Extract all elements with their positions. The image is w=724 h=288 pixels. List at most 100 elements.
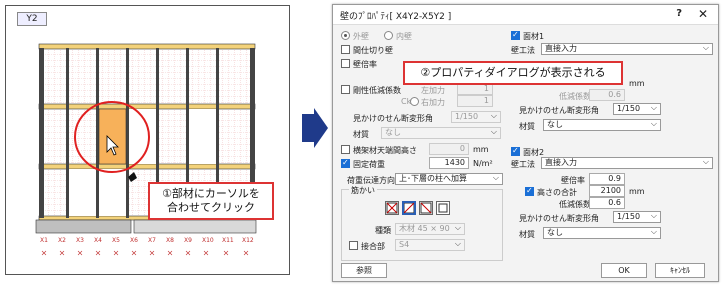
left-force-label: 左加力 [421, 86, 445, 95]
panel2-wall-rate-field[interactable]: 0.9 [589, 173, 625, 185]
panel2-height-field[interactable]: 2100 [589, 185, 625, 197]
lower-beam [38, 163, 256, 170]
ok-button[interactable]: OK [601, 263, 647, 278]
beam-height-unit: mm [473, 145, 489, 154]
panel2-shear-select[interactable]: 1/150 [613, 211, 661, 223]
panel1-method-select[interactable]: 直接入力 [541, 43, 713, 55]
axis-label: X8 [166, 237, 174, 244]
joint-select[interactable]: S4 [395, 239, 465, 251]
axis-label: X1 [40, 237, 48, 244]
joint-label: 接合部 [361, 242, 385, 251]
selected-wall-member [98, 108, 127, 165]
panel1-mm-unit: mm [629, 79, 645, 88]
partition-wall-label: 間仕切り壁 [353, 46, 393, 55]
top-beam [38, 43, 256, 50]
fixed-load-checkbox[interactable] [341, 158, 350, 168]
panel2-reduction-field[interactable]: 0.6 [589, 197, 625, 209]
axis-labels: X1 X2 X3 X4 X5 X6 X7 X8 X9 X10 X11 X12 [40, 237, 254, 244]
brace-none-button[interactable] [436, 201, 450, 215]
axis-label: X9 [184, 237, 192, 244]
axis-label: X12 [242, 237, 254, 244]
partition-wall-checkbox[interactable] [341, 45, 350, 54]
panel1-title: 面材1 [523, 32, 545, 41]
axis-label: X6 [130, 237, 138, 244]
brace-single-right-button[interactable] [402, 201, 416, 215]
right-force-field[interactable]: 1 [457, 95, 493, 107]
brace-type-select[interactable]: 木材 45 × 90 [395, 223, 465, 235]
wall-opening [189, 109, 216, 164]
wall-elevation-drawing[interactable]: X1 X2 X3 X4 X5 X6 X7 X8 X9 X10 X11 X12 [6, 6, 291, 276]
callout-click-member: ①部材にカーソルを 合わせてクリック [148, 182, 274, 220]
stiffness-reduction-checkbox[interactable] [341, 85, 350, 94]
beam-height-label: 横架材天端間高さ [353, 146, 417, 155]
panel1-reduction-field[interactable]: 0.6 [589, 89, 625, 101]
callout-dialog-shown: ②プロパティダイアログが表示される [403, 61, 623, 85]
dialog-titlebar: 壁のﾌﾟﾛﾊﾟﾃｨ[ X4Y2-X5Y2 ] ? ✕ [333, 5, 718, 25]
right-force-label: 右加力 [421, 98, 445, 107]
axis-label: X3 [76, 237, 84, 244]
material-label: 材質 [353, 130, 369, 139]
axis-label: X7 [148, 237, 156, 244]
middle-beam [38, 103, 256, 110]
foundation-right [133, 219, 257, 234]
cancel-button[interactable]: ｷｬﾝｾﾙ [655, 263, 705, 278]
wall-property-dialog: 壁のﾌﾟﾛﾊﾟﾃｨ[ X4Y2-X5Y2 ] ? ✕ 外壁 内壁 間仕切り壁 壁… [332, 4, 719, 282]
panel2-reduction-label: 低減係数 [559, 200, 591, 209]
panel2-material-select[interactable]: なし [543, 227, 661, 239]
axis-marks [41, 250, 249, 256]
load-direction-select[interactable]: 上･下層の柱へ加算 [395, 173, 503, 185]
axis-label: X2 [58, 237, 66, 244]
panel1-shear-select[interactable]: 1/150 [613, 103, 661, 115]
brace-cross-button[interactable] [385, 201, 399, 215]
floor-tab-y2[interactable]: Y2 [17, 12, 47, 26]
foundation-left [35, 219, 132, 234]
inner-wall-label: 内壁 [396, 32, 412, 41]
panel1-checkbox[interactable] [511, 30, 520, 40]
axis-label: X11 [222, 237, 234, 244]
beam-height-checkbox[interactable] [341, 145, 350, 154]
fixed-load-label: 固定荷重 [353, 160, 385, 169]
fixed-load-unit: N/m² [473, 159, 493, 168]
panel2-height-checkbox[interactable] [525, 186, 534, 196]
right-force-radio[interactable] [410, 97, 419, 106]
material-select[interactable]: なし [381, 127, 501, 139]
wall-opening [69, 169, 96, 216]
outer-wall-label: 外壁 [353, 32, 369, 41]
help-button[interactable]: ? [676, 8, 682, 19]
shear-angle-select[interactable]: 1/150 [451, 111, 501, 123]
flow-arrow-icon [302, 108, 328, 148]
panel2-wall-rate-label: 壁倍率 [561, 176, 585, 185]
shear-angle-label: 見かけのせん断変形角 [353, 114, 433, 123]
joint-checkbox[interactable] [349, 241, 358, 250]
axis-label: X10 [202, 237, 214, 244]
panel2-method-select[interactable]: 直接入力 [541, 157, 713, 169]
beam-height-field[interactable]: 0 [429, 143, 469, 155]
stiffness-reduction-label: 剛性低減係数 [353, 86, 401, 95]
reference-button[interactable]: 参照 [341, 263, 387, 278]
inner-wall-radio[interactable] [384, 31, 393, 40]
panel2-material-label: 材質 [519, 230, 535, 239]
panel2-shear-label: 見かけのせん断変形角 [519, 214, 599, 223]
axis-label: X4 [94, 237, 102, 244]
wall-rate-checkbox[interactable] [341, 59, 350, 68]
brace-single-left-button[interactable] [419, 201, 433, 215]
dialog-title: 壁のﾌﾟﾛﾊﾟﾃｨ[ X4Y2-X5Y2 ] [340, 12, 452, 22]
brace-type-label: 種類 [375, 226, 391, 235]
fixed-load-field[interactable]: 1430 [429, 157, 469, 169]
panel2-method-label: 壁工法 [511, 160, 535, 169]
panel1-method-label: 壁工法 [511, 46, 535, 55]
panel1-material-label: 材質 [519, 122, 535, 131]
axis-label: X5 [112, 237, 120, 244]
panel2-height-unit: mm [629, 187, 645, 196]
brace-group-label: 筋かい [349, 185, 377, 196]
wall-rate-label: 壁倍率 [353, 60, 377, 69]
outer-wall-radio[interactable] [341, 31, 350, 40]
panel2-checkbox[interactable] [511, 146, 520, 156]
panel1-material-select[interactable]: なし [543, 119, 661, 131]
wall-elevation-view[interactable]: X1 X2 X3 X4 X5 X6 X7 X8 X9 X10 X11 X12 Y… [5, 5, 290, 275]
panel1-shear-label: 見かけのせん断変形角 [519, 106, 599, 115]
wall-opening [99, 169, 126, 216]
close-button[interactable]: ✕ [698, 7, 708, 21]
panel2-height-label: 高さの合計 [537, 188, 577, 197]
panel1-reduction-label: 低減係数 [559, 92, 591, 101]
